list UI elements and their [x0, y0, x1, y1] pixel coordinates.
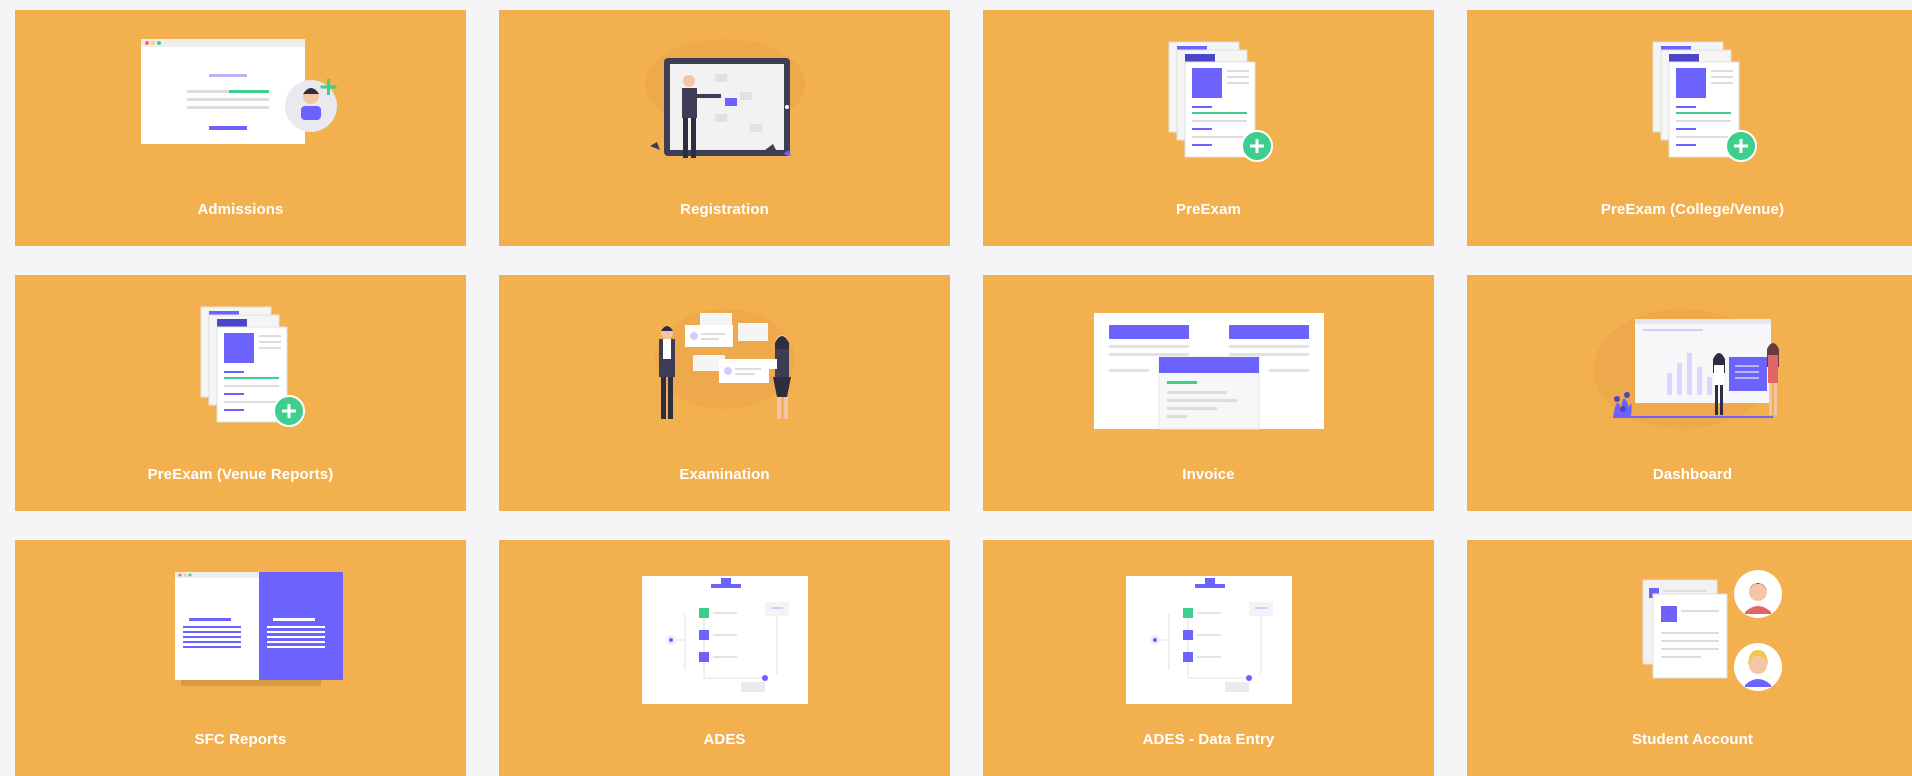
tile-preexam[interactable]: PreExam — [983, 10, 1434, 246]
registration-icon — [499, 24, 950, 174]
preexam-icon — [983, 24, 1434, 174]
tile-label: PreExam (College/Venue) — [1600, 201, 1785, 218]
tile-ades-data-entry[interactable]: ADES - Data Entry — [983, 540, 1434, 776]
tile-label: Admissions — [197, 201, 284, 218]
ades-data-entry-icon — [983, 554, 1434, 704]
student-account-icon — [1467, 554, 1912, 704]
tile-label: PreExam (Venue Reports) — [147, 466, 334, 483]
admissions-icon — [15, 24, 466, 174]
dashboard-icon — [1467, 289, 1912, 439]
examination-icon — [499, 289, 950, 439]
tile-label: ADES - Data Entry — [1142, 731, 1275, 748]
tile-label: PreExam — [1176, 201, 1241, 218]
sfc-reports-icon — [15, 554, 466, 704]
preexam-venue-reports-icon — [15, 289, 466, 439]
tile-label: SFC Reports — [194, 731, 287, 748]
tile-dashboard[interactable]: Dashboard — [1467, 275, 1912, 511]
preexam-college-venue-icon — [1467, 24, 1912, 174]
tile-registration[interactable]: Registration — [499, 10, 950, 246]
tile-student-account[interactable]: Student Account — [1467, 540, 1912, 776]
tile-invoice[interactable]: Invoice — [983, 275, 1434, 511]
tile-label: Invoice — [1182, 466, 1235, 483]
tile-preexam-college-venue[interactable]: PreExam (College/Venue) — [1467, 10, 1912, 246]
tile-ades[interactable]: ADES — [499, 540, 950, 776]
tile-label: ADES — [703, 731, 746, 748]
invoice-icon — [983, 289, 1434, 439]
tile-label: Student Account — [1632, 731, 1753, 748]
ades-icon — [499, 554, 950, 704]
tile-label: Dashboard — [1652, 466, 1733, 483]
tile-label: Examination — [679, 466, 770, 483]
tile-admissions[interactable]: Admissions — [15, 10, 466, 246]
tile-sfc-reports[interactable]: SFC Reports — [15, 540, 466, 776]
tile-examination[interactable]: Examination — [499, 275, 950, 511]
tile-label: Registration — [680, 201, 769, 218]
module-grid: Admissions Registration PreExam PreExam … — [15, 10, 1912, 776]
tile-preexam-venue-reports[interactable]: PreExam (Venue Reports) — [15, 275, 466, 511]
